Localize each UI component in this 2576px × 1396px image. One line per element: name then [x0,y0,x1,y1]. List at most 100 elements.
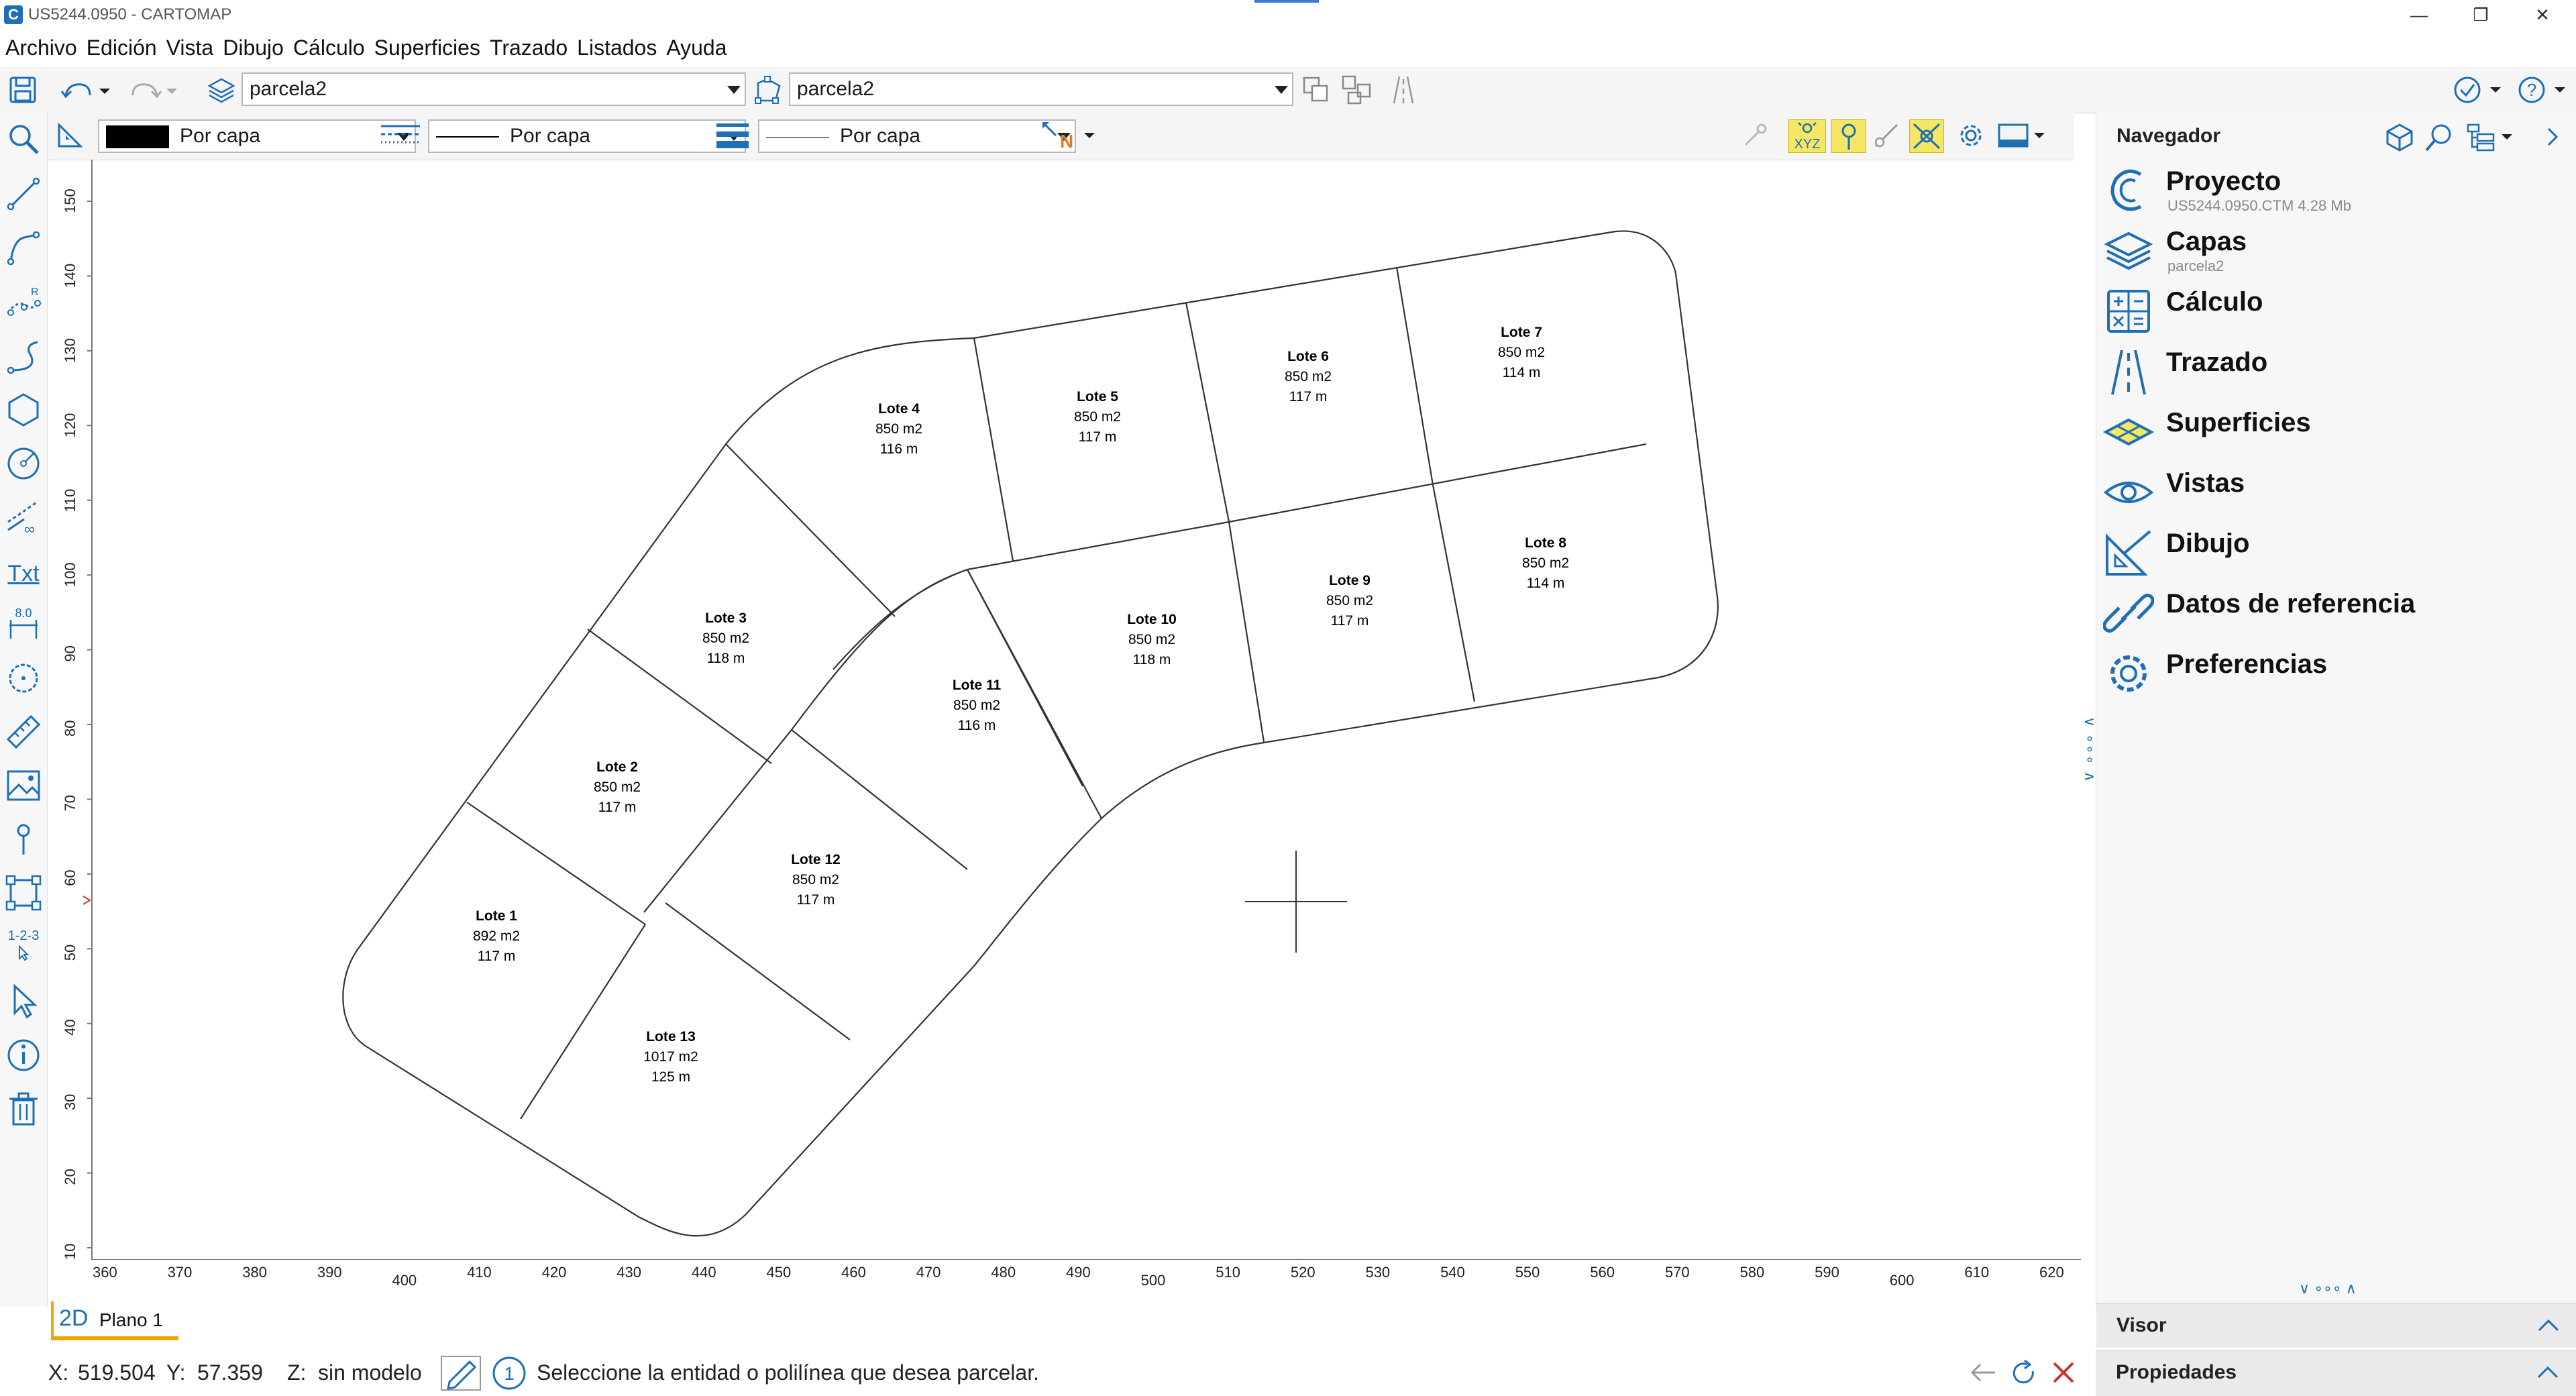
nav-item-datos-referencia[interactable]: Datos de referencia [2103,584,2573,641]
cursor-arrow-icon [19,945,30,961]
select-pointer-icon[interactable] [4,982,43,1021]
arc-radius-tool-icon[interactable]: R [4,283,43,322]
cancel-x-icon[interactable] [2050,1359,2077,1386]
y-tick-label: 20 [62,1169,78,1185]
ruler-measure-icon[interactable] [4,712,43,751]
lineweight-combo[interactable]: Por capa [758,119,1076,153]
cube-icon[interactable] [2383,121,2416,153]
linetype-combo[interactable]: Por capa [428,119,746,153]
x-coord-value: 519.504 [78,1360,156,1385]
menu-dibujo[interactable]: Dibujo [217,31,288,64]
target-layer-value: parcela2 [797,78,875,100]
nav-item-vistas[interactable]: Vistas [2103,463,2573,521]
lot-name-label: Lote 10 [1127,612,1177,627]
accept-check-icon[interactable] [2453,74,2506,106]
snap-off-icon[interactable] [1739,119,1771,152]
numbering-tool-label: 1-2-3 [7,928,40,943]
parcel-edit-icon[interactable] [4,873,43,912]
nav-item-superficies[interactable]: Superficies [2103,402,2573,460]
curve-tool-icon[interactable] [4,337,43,376]
snap-xyz-toggle[interactable]: XYZ [1788,119,1826,153]
north-orientation-icon[interactable]: N [1040,119,1100,152]
visor-panel-header[interactable]: Visor [2096,1303,2576,1348]
delete-trash-icon[interactable] [4,1089,43,1128]
nav-item-capas[interactable]: Capas parcela2 [2103,221,2573,279]
drawing-canvas[interactable]: 150 140 130 120 110 100 90 80 70 60 50 40 30 20 10 [48,160,2098,1289]
y-coord-value: 57.359 [197,1360,263,1385]
tree-view-icon[interactable] [2465,121,2519,153]
undo-icon[interactable] [59,75,113,107]
move-entities-icon[interactable] [1340,74,1373,106]
cog-circle-tool-icon[interactable] [4,659,43,698]
redo-icon[interactable] [127,75,181,107]
snap-end-icon[interactable] [1870,119,1902,152]
menu-archivo[interactable]: Archivo [0,31,81,64]
parallel-lines-icon[interactable]: ∞ [4,498,43,537]
draw-style-icon[interactable] [54,119,86,152]
menu-ayuda[interactable]: Ayuda [661,31,731,64]
lot-area-label: 850 m2 [1326,593,1373,608]
lot-area-label: 850 m2 [875,421,922,437]
save-icon[interactable] [7,74,39,106]
color-combo[interactable]: Por capa [98,119,416,153]
road-icon[interactable] [1387,74,1419,106]
arc-radius-label: R [31,286,39,298]
polyline-tool-icon[interactable] [4,228,43,267]
nav-label-datos-referencia: Datos de referencia [2166,589,2416,619]
pen-mode-icon[interactable] [440,1355,482,1391]
lot-perimeter-label: 114 m [1503,365,1541,380]
copy-entities-icon[interactable] [1300,74,1332,106]
lot-area-label: 850 m2 [702,631,749,646]
menu-edicion[interactable]: Edición [81,31,161,64]
numbering-tool-icon[interactable]: 1-2-3 [4,928,43,967]
zoom-search-icon[interactable] [4,119,43,158]
y-tick-label: 10 [62,1244,78,1260]
search-icon[interactable] [2424,121,2456,153]
menu-calculo[interactable]: Cálculo [288,31,369,64]
maximize-button[interactable]: ❐ [2450,0,2512,30]
lot-area-label: 892 m2 [473,928,520,944]
circle-tool-icon[interactable] [4,444,43,483]
x-tick-label: 460 [841,1264,866,1281]
image-tool-icon[interactable] [4,766,43,805]
info-icon[interactable] [4,1036,43,1075]
menu-trazado[interactable]: Trazado [484,31,572,64]
properties-panel-header[interactable]: Propiedades [2096,1350,2576,1396]
x-tick-label: 580 [1739,1264,1765,1281]
view-layout-icon[interactable] [1996,119,2047,152]
line-tool-icon[interactable] [4,174,43,213]
text-tool-icon[interactable]: Txt [4,558,43,597]
properties-toolbar: Por capa Por capa Por capa N XYZ [48,113,2074,160]
x-tick-label: 550 [1515,1264,1540,1281]
menu-vista[interactable]: Vista [161,31,218,64]
chevron-right-icon[interactable] [2539,123,2566,150]
refresh-icon[interactable] [2008,1358,2038,1387]
nav-item-proyecto[interactable]: Proyecto US5244.0950.CTM 4.28 Mb [2103,161,2573,219]
nav-item-trazado[interactable]: Trazado [2103,342,2573,400]
main-toolbar: parcela2 parcela2 ? [0,67,2576,113]
nav-item-calculo[interactable]: Cálculo [2103,282,2573,339]
snap-point-toggle[interactable] [1831,119,1866,153]
tab-plano-1[interactable]: 2D Plano 1 [51,1301,178,1340]
snap-intersection-toggle[interactable] [1909,119,1944,153]
minimize-button[interactable]: — [2388,0,2450,30]
close-window-button[interactable]: ✕ [2512,0,2573,30]
lot-area-label: 850 m2 [1498,345,1545,360]
dimension-tool-icon[interactable]: 8.0 [4,605,43,644]
target-layer-combo[interactable]: parcela2 [789,72,1293,106]
menu-superficies[interactable]: Superficies [369,31,484,64]
nav-item-dibujo[interactable]: Dibujo [2103,523,2573,581]
x-tick-label: 450 [766,1264,792,1281]
lot-name-label: Lote 8 [1525,535,1566,551]
nav-item-preferencias[interactable]: Preferencias [2103,644,2573,702]
lineweight-icon [716,123,749,148]
panel-splitter-handle[interactable]: ∨ ∘∘∘ ∧ [2299,1280,2357,1297]
lot-area-label: 850 m2 [1522,555,1569,571]
active-layer-combo[interactable]: parcela2 [241,72,746,106]
help-icon[interactable]: ? [2517,74,2571,106]
menu-listados[interactable]: Listados [572,31,661,64]
back-arrow-icon[interactable] [1968,1359,1998,1386]
settings-gear-icon[interactable] [1955,119,1987,152]
polygon-tool-icon[interactable] [4,390,43,429]
point-pin-icon[interactable] [4,820,43,859]
